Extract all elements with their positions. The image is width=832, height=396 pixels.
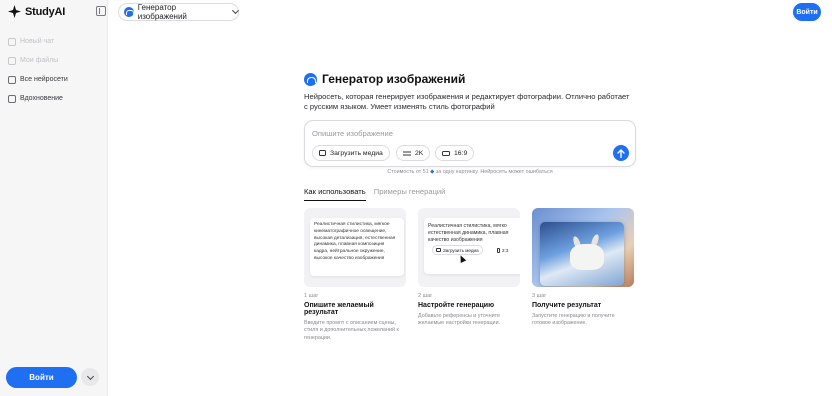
sidebar-item-my-files[interactable]: Мои файлы [8,51,68,70]
media-icon [319,150,326,156]
cost-note: Стоимость от 51 ◆ за одну картинку. Нейр… [304,169,636,175]
quality-selector[interactable]: 2K [396,145,431,161]
upload-media-button[interactable]: Загрузить медиа [312,145,390,161]
sidebar-item-label: Новый чат [20,38,55,45]
studyai-logo-icon [8,5,21,18]
brand-logo[interactable]: StudyAI [8,5,65,18]
model-picker[interactable]: Генератор изображений [118,3,240,21]
step-description: Введите промпт с описанием сцены, стиля … [304,320,399,341]
step-preview: Реалистичная стилистика, мягко естествен… [418,208,520,287]
dog-shape [570,244,604,270]
step-title: Настройте генерацию [418,302,495,309]
prompt-example-card: Реалистичная стилистика, мягкое кинемато… [310,218,404,276]
arrow-up-icon [617,148,625,158]
sidebar-item-label: Мои файлы [20,57,59,64]
sidebar-item-new-chat[interactable]: Новый чат [8,32,68,51]
step-card: Реалистичная стилистика, мягкое кинемато… [304,208,406,342]
image-generator-icon [124,7,134,17]
mini-upload-chip: Загрузить медиа [432,245,483,255]
steps-list: Реалистичная стилистика, мягкое кинемато… [304,208,634,342]
chevron-down-icon [86,372,94,380]
prompt-box: Загрузить медиа 2K 16:9 [304,120,636,167]
aspect-ratio-icon [497,247,500,253]
step-description: Запустите генерацию и получите готовое и… [532,313,615,327]
sidebar: StudyAI Новый чат Мои файлы Все нейросет… [0,0,108,396]
cost-prefix: Стоимость от 51 [387,169,429,175]
diamond-icon: ◆ [430,169,435,175]
new-chat-icon [8,37,16,46]
brand-name: StudyAI [25,5,66,18]
sidebar-item-label: Вдохновение [20,95,63,102]
sidebar-more-button[interactable] [81,368,99,386]
tab-examples[interactable]: Примеры генераций [374,187,446,201]
result-photo [540,222,624,286]
page-header: Генератор изображений [304,72,636,86]
aspect-ratio-selector[interactable]: 16:9 [435,145,475,161]
sidebar-nav: Новый чат Мои файлы Все нейросети Вдохно… [8,32,68,108]
mini-ratio-chip: 2:3 [494,245,511,255]
model-picker-label: Генератор изображений [137,3,187,21]
quality-label: 2K [415,149,424,157]
sidebar-item-inspiration[interactable]: Вдохновение [8,89,68,108]
step-number: 2 шаг [418,293,433,299]
page-title: Генератор изображений [322,72,466,86]
aspect-ratio-label: 16:9 [454,149,468,157]
upload-media-label: Загрузить медиа [330,149,383,157]
mini-upload-label: Загрузить медиа [443,247,479,253]
send-button[interactable] [613,145,629,161]
step-title: Получите результат [532,302,602,309]
step-preview [532,208,634,287]
prompt-example-text: Реалистичная стилистика, мягко естествен… [428,223,509,243]
tabs: Как использовать Примеры генераций [304,187,445,201]
aspect-ratio-icon [442,150,450,156]
prompt-input[interactable] [312,127,612,139]
sidebar-login-button[interactable]: Войти [6,367,77,388]
step-card: Реалистичная стилистика, мягко естествен… [418,208,520,342]
step-preview: Реалистичная стилистика, мягкое кинемато… [304,208,406,287]
mini-ratio-label: 2:3 [502,247,509,253]
settings-sliders-icon [403,151,411,155]
step-description: Добавьте референсы и уточните желаемые н… [418,313,501,327]
app-root: StudyAI Новый чат Мои файлы Все нейросет… [0,0,832,396]
main-content: Генератор изображений Нейросеть, которая… [304,72,636,341]
tab-how-to-use[interactable]: Как использовать [304,187,366,201]
step-card: 3 шаг Получите результат Запустите генер… [532,208,634,342]
step-number: 3 шаг [532,293,547,299]
image-icon [8,94,16,103]
chevron-down-icon [232,7,240,14]
media-icon [436,248,441,252]
header-login-button[interactable]: Войти [793,3,821,21]
folder-icon [8,56,16,65]
step-number: 1 шаг [304,293,319,299]
page-description: Нейросеть, которая генерирует изображени… [304,92,630,111]
cost-suffix: за одну картинку. Нейросеть может ошибат… [435,169,553,175]
grid-icon [8,75,16,84]
sidebar-item-all-models[interactable]: Все нейросети [8,70,68,89]
sidebar-collapse-icon[interactable] [96,6,106,16]
image-generator-icon [304,72,317,86]
step-title: Опишите желаемый результат [304,302,374,316]
sidebar-item-label: Все нейросети [20,76,68,83]
